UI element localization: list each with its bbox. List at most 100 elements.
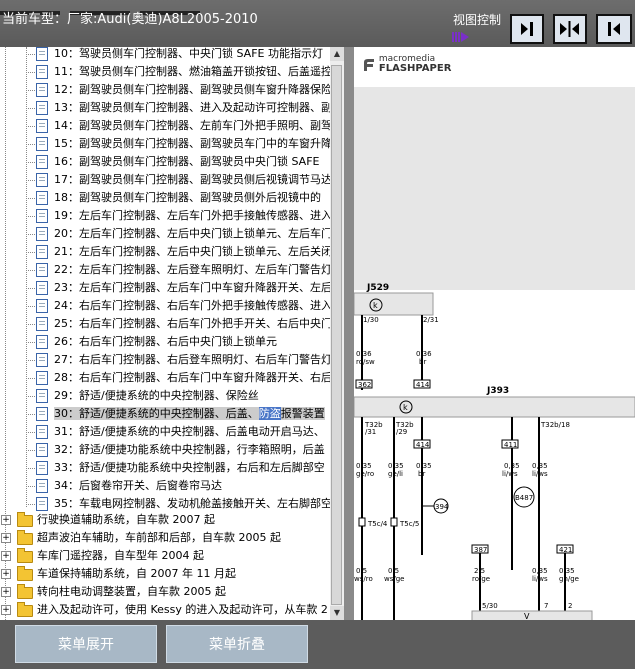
wire-color: ge/li	[388, 470, 403, 478]
wire-size: 0,36	[356, 350, 372, 358]
tree-item-doc[interactable]: 31：舒适/便捷系统的中央控制器、后盖电动开启马达、	[36, 423, 325, 441]
tree-item-label: 18：副驾驶员侧车门控制器、副驾驶员侧外后视镜中的	[54, 191, 321, 204]
tree-item-folder[interactable]: + 转向柱电动调整装置，自车款 2005 起	[0, 583, 226, 601]
tree-item-doc[interactable]: 27：右后车门控制器、右后登车照明灯、右后车门警告灯	[36, 351, 330, 369]
bottom-bar: 菜单展开 菜单折叠	[0, 620, 635, 669]
split-view-button[interactable]	[553, 14, 587, 44]
j393-label: J393	[486, 386, 509, 396]
tree-guide	[26, 288, 35, 289]
tree-item-label: 30：舒适/便捷系统的中央控制器、后盖、防盗报警装置	[54, 407, 325, 420]
tree-item-doc[interactable]: 16：副驾驶员侧车门控制器、副驾驶员中央门锁 SAFE	[36, 153, 319, 171]
tree-guide	[26, 342, 35, 343]
folder-icon	[17, 530, 33, 545]
folder-icon	[17, 512, 33, 527]
document-icon	[36, 47, 48, 61]
tree-item-doc[interactable]: 22：左后车门控制器、左后登车照明灯、左后车门警告灯	[36, 261, 330, 279]
wire-color: br	[419, 358, 426, 366]
tree-item-doc[interactable]: 12：副驾驶员侧车门控制器、副驾驶员侧车窗升降器保险	[36, 81, 330, 99]
tree-scrollbar[interactable]: ▲ ▼	[330, 47, 344, 620]
scroll-up-icon[interactable]: ▲	[330, 47, 344, 61]
expand-plus-icon[interactable]: +	[1, 533, 11, 543]
tree-item-folder[interactable]: + 车库门遥控器，自车型年 2004 起	[0, 547, 204, 565]
wiring-diagram: J529 k 1/30 2/31 0,36 0,36 ro/sw br 362 …	[354, 283, 635, 620]
expand-plus-icon[interactable]: +	[1, 605, 11, 615]
tree-item-folder[interactable]: + 进入及起动许可，使用 Kessy 的进入及起动许可，从车款 2	[0, 601, 328, 619]
tree-item-label: 34：后窗卷帘开关、后窗卷帘马达	[54, 479, 222, 492]
tree-item-label: 11：驾驶员侧车门控制器、燃油箱盖开锁按钮、后盖遥控	[54, 65, 330, 78]
page-header-band	[354, 87, 635, 290]
expand-plus-icon[interactable]: +	[1, 587, 11, 597]
tree-item-doc[interactable]: 17：副驾驶员侧车门控制器、副驾驶员侧后视镜调节马达	[36, 171, 330, 189]
document-icon	[36, 137, 48, 151]
wire-size: 2,5	[474, 567, 485, 575]
menu-collapse-button[interactable]: 菜单折叠	[166, 625, 308, 663]
menu-tree: 10：驾驶员侧车门控制器、中央门锁 SAFE 功能指示灯 11：驾驶员侧车门控制器…	[0, 47, 330, 620]
tree-item-label: 进入及起动许可，使用 Kessy 的进入及起动许可，从车款 2	[37, 603, 328, 616]
tree-guide	[26, 450, 35, 451]
tree-item-label: 24：右后车门控制器、右后车门外把手接触传感器、进入	[54, 299, 330, 312]
tree-guide	[26, 198, 35, 199]
tree-item-doc[interactable]: 15：副驾驶员侧车门控制器、副驾驶员车门中的车窗升降	[36, 135, 330, 153]
tree-item-doc[interactable]: 13：副驾驶员侧车门控制器、进入及起动许可控制器、副	[36, 99, 330, 117]
tree-item-doc[interactable]: 34：后窗卷帘开关、后窗卷帘马达	[36, 477, 222, 495]
tree-guide	[26, 47, 27, 507]
term-t32b-18: T32b/18	[540, 421, 570, 429]
tree-item-doc[interactable]: 30：舒适/便捷系统的中央控制器、后盖、防盗报警装置	[36, 405, 325, 423]
tree-item-doc[interactable]: 19：左后车门控制器、左后车门外把手接触传感器、进入	[36, 207, 330, 225]
term-5-30: 5/30	[482, 602, 498, 610]
flashpaper-viewer: macromedia FLASHPAPER J529 k 1/30 2/31 0…	[354, 47, 635, 620]
scroll-thumb[interactable]	[331, 65, 342, 605]
document-icon	[36, 461, 48, 475]
tree-item-doc[interactable]: 10：驾驶员侧车门控制器、中央门锁 SAFE 功能指示灯	[36, 47, 323, 63]
tree-item-doc[interactable]: 14：副驾驶员侧车门控制器、左前车门外把手照明、副驾	[36, 117, 330, 135]
term-1-30: 1/30	[363, 316, 379, 324]
tree-item-label: 27：右后车门控制器、右后登车照明灯、右后车门警告灯	[54, 353, 330, 366]
label-highlight: 防盗	[258, 407, 281, 420]
tree-item-doc[interactable]: 24：右后车门控制器、右后车门外把手接触传感器、进入	[36, 297, 330, 315]
document-icon	[36, 263, 48, 277]
tree-item-doc[interactable]: 25：右后车门控制器、右后车门外把手开关、右后中央门	[36, 315, 330, 333]
document-icon	[36, 389, 48, 403]
tree-item-label: 20：左后车门控制器、左后中央门锁上锁单元、左后车门	[54, 227, 330, 240]
expand-left-button[interactable]	[596, 14, 632, 44]
tree-item-label: 车库门遥控器，自车型年 2004 起	[37, 549, 204, 562]
tree-item-folder[interactable]: + 超声波泊车辅助，车前部和后部，自车款 2005 起	[0, 529, 281, 547]
tree-item-doc[interactable]: 11：驾驶员侧车门控制器、燃油箱盖开锁按钮、后盖遥控	[36, 63, 330, 81]
tree-item-doc[interactable]: 33：舒适/便捷功能系统中央控制器，右后和左后脚部空	[36, 459, 325, 477]
document-icon	[36, 119, 48, 133]
tree-item-label: 28：右后车门控制器、右后车门中车窗升降器开关、右后	[54, 371, 330, 384]
wire-color: li/ws	[532, 470, 548, 478]
label-394: 394	[435, 503, 449, 511]
expand-plus-icon[interactable]: +	[1, 551, 11, 561]
tree-item-doc[interactable]: 18：副驾驶员侧车门控制器、副驾驶员侧外后视镜中的	[36, 189, 321, 207]
tree-item-doc[interactable]: 32：舒适/便捷功能系统中央控制器，行李箱照明，后盖	[36, 441, 325, 459]
scroll-down-icon[interactable]: ▼	[330, 606, 344, 620]
tree-guide	[26, 324, 35, 325]
top-bar: 当前车型：厂家:Audi(奥迪)A8L2005-2010 视图控制	[0, 0, 635, 48]
tree-guide	[26, 486, 35, 487]
expand-plus-icon[interactable]: +	[1, 515, 11, 525]
collapse-left-button[interactable]	[510, 14, 544, 44]
tree-guide	[26, 468, 35, 469]
tree-item-label: 25：右后车门控制器、右后车门外把手开关、右后中央门	[54, 317, 330, 330]
conn-387: 387	[474, 546, 487, 554]
tree-item-folder[interactable]: + 行驶换道辅助系统，自车款 2007 起	[0, 511, 215, 529]
panel-divider[interactable]	[344, 47, 354, 620]
conn-421: 421	[559, 546, 572, 554]
tree-item-doc[interactable]: 21：左后车门控制器、左后中央门锁上锁单元、左后关闭	[36, 243, 330, 261]
folder-icon	[17, 548, 33, 563]
tree-item-doc[interactable]: 20：左后车门控制器、左后中央门锁上锁单元、左后车门	[36, 225, 330, 243]
tree-item-doc[interactable]: 28：右后车门控制器、右后车门中车窗升降器开关、右后	[36, 369, 330, 387]
tree-item-label: 10：驾驶员侧车门控制器、中央门锁 SAFE 功能指示灯	[54, 47, 323, 60]
expand-plus-icon[interactable]: +	[1, 569, 11, 579]
wire-size: 0,35	[559, 567, 575, 575]
tree-item-doc[interactable]: 26：右后车门控制器、右后中央门锁上锁单元	[36, 333, 277, 351]
document-icon	[36, 191, 48, 205]
tree-item-folder[interactable]: + 车道保持辅助系统，自 2007 年 11 月起	[0, 565, 236, 583]
menu-expand-button[interactable]: 菜单展开	[15, 625, 157, 663]
tree-guide	[26, 396, 35, 397]
tree-item-doc[interactable]: 29：舒适/便捷系统的中央控制器、保险丝	[36, 387, 259, 405]
j529-label: J529	[366, 283, 389, 293]
conn-362: 362	[358, 381, 371, 389]
tree-item-doc[interactable]: 23：左后车门控制器、左后车门中车窗升降器开关、左后	[36, 279, 330, 297]
